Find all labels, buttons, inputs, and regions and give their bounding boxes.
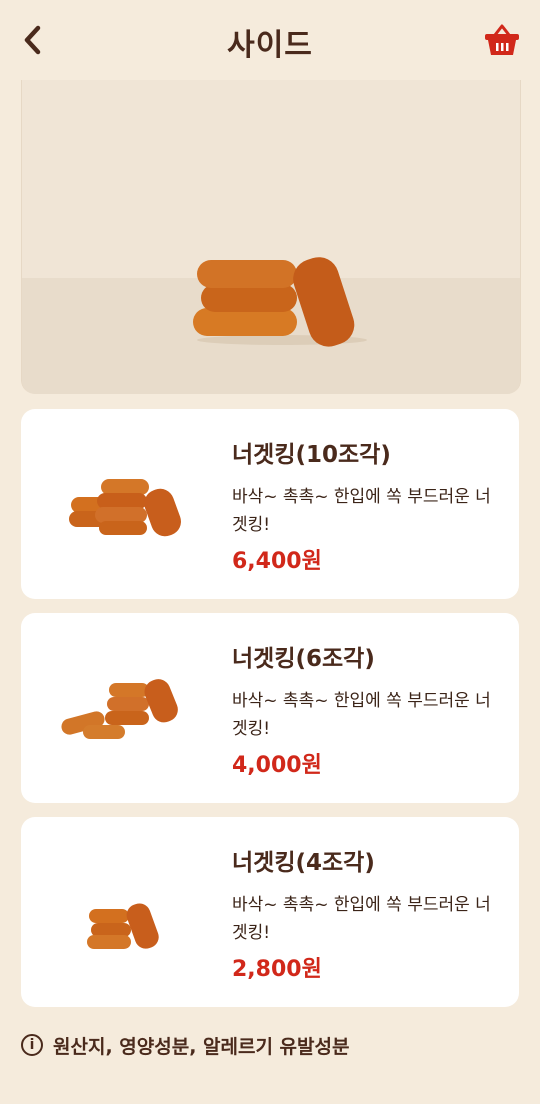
menu-item-name: 너겟킹(4조각) [232,850,375,876]
info-icon: i [21,1034,43,1056]
menu-item-description: 바삭~ 촉촉~ 한입에 쏙 부드러운 너겟킹! [232,691,491,739]
menu-item-card[interactable]: 너겟킹(6조각) 바삭~ 촉촉~ 한입에 쏙 부드러운 너겟킹! 4,000원 [21,613,519,803]
nugget-image [87,903,159,949]
nugget-stack-image [193,257,367,347]
menu-item-price: 6,400원 [232,549,322,574]
app-header: 사이드 [0,0,540,80]
menu-item-card[interactable]: 너겟킹(10조각) 바삭~ 촉촉~ 한입에 쏙 부드러운 너겟킹! 6,400원 [21,409,519,599]
menu-item-card[interactable]: 너겟킹(4조각) 바삭~ 촉촉~ 한입에 쏙 부드러운 너겟킹! 2,800원 [21,817,519,1007]
menu-item-description: 바삭~ 촉촉~ 한입에 쏙 부드러운 너겟킹! [232,895,491,943]
menu-item-price: 4,000원 [232,753,322,778]
page-title: 사이드 [227,28,313,63]
menu-item-name: 너겟킹(10조각) [232,442,391,468]
nutrition-info-link[interactable]: i 원산지, 영양성분, 알레르기 유발성분 [21,1028,349,1062]
nugget-image [61,679,178,739]
menu-item-description: 바삭~ 촉촉~ 한입에 쏙 부드러운 너겟킹! [232,487,491,535]
basket-icon[interactable] [482,20,522,60]
menu-item-price: 2,800원 [232,957,322,982]
nugget-image [69,479,181,537]
menu-item-name: 너겟킹(6조각) [232,646,375,672]
nutrition-info-label: 원산지, 영양성분, 알레르기 유발성분 [53,1035,350,1058]
hero-image [21,80,521,394]
